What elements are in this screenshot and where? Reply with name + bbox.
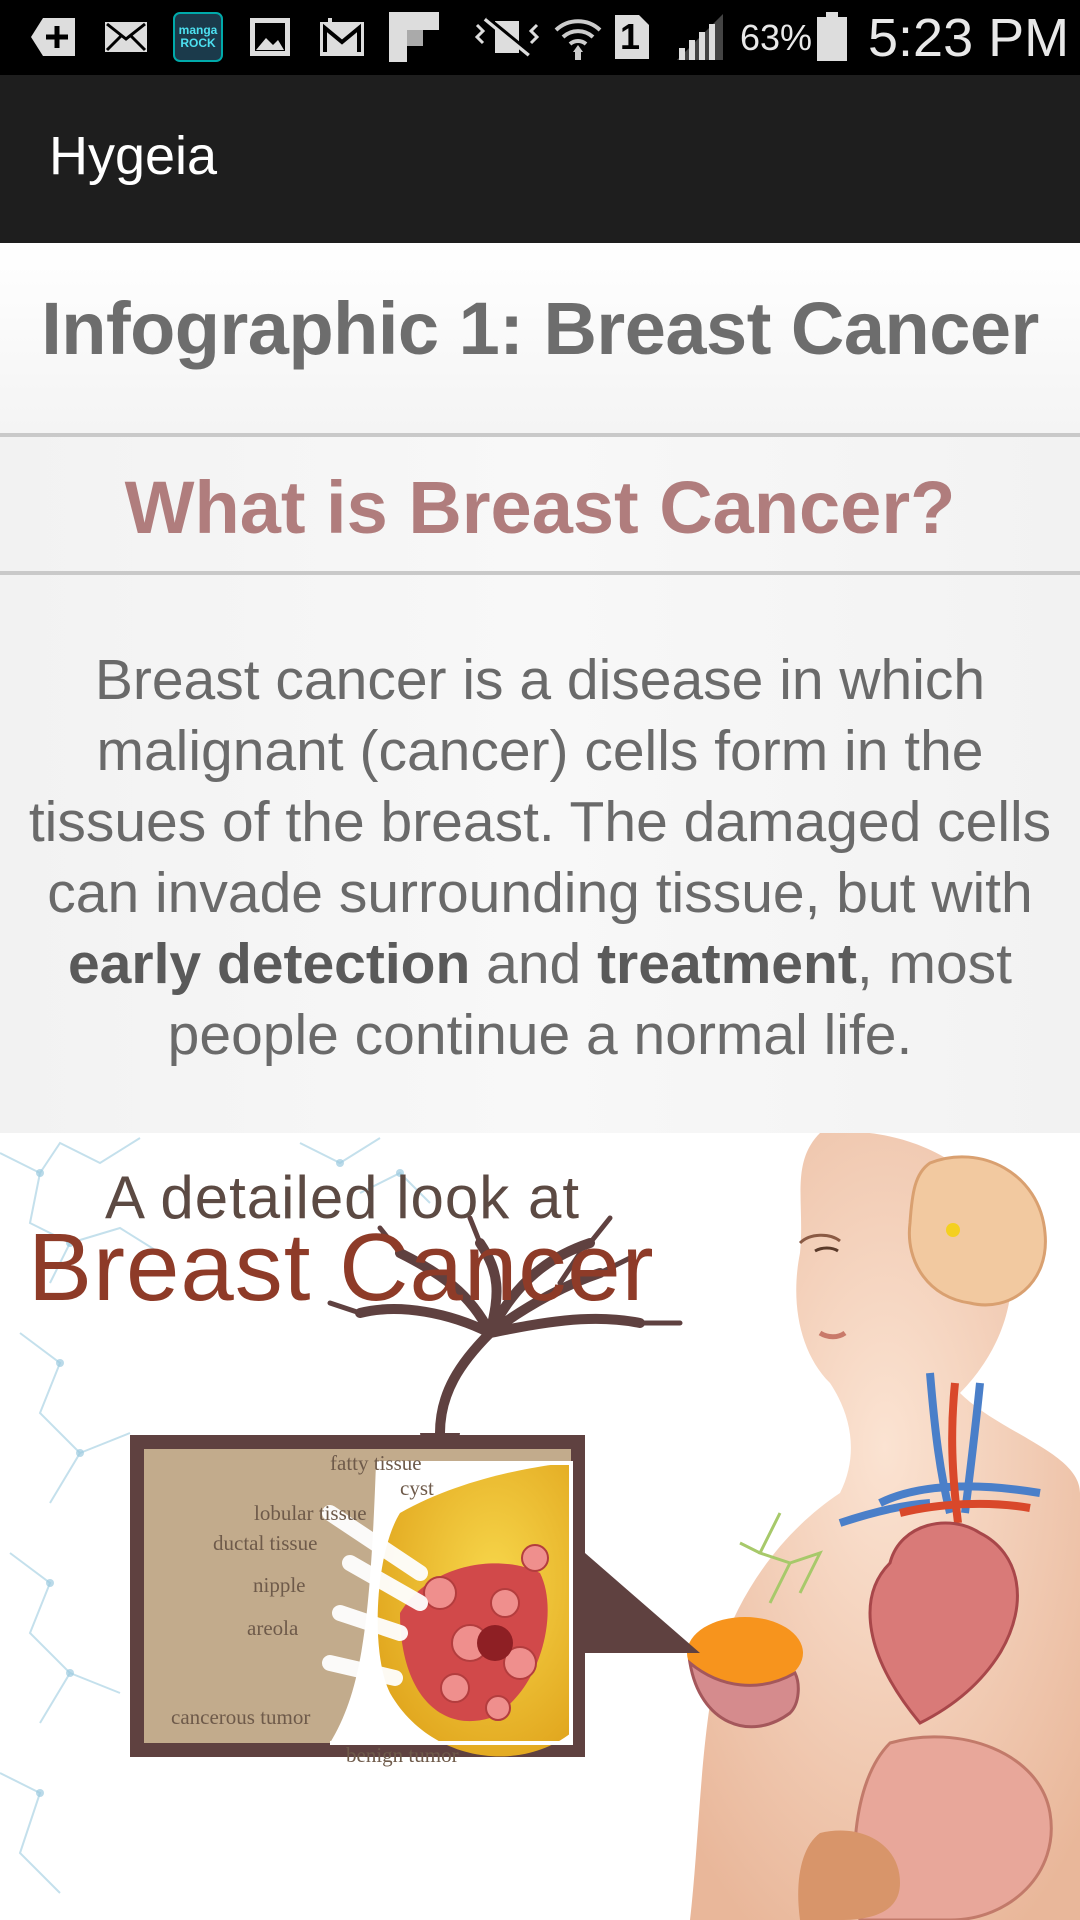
label-ductal-tissue: ductal tissue [213,1531,318,1555]
wifi-icon [552,12,604,62]
cell-signal-icon [672,12,728,62]
sim-1-icon: 1 [612,12,652,62]
label-nipple: nipple [253,1573,306,1597]
label-cyst: cyst [400,1476,434,1500]
label-benign-tumor: benign tumor [346,1743,459,1767]
battery-icon [814,12,850,62]
manga-rock-icon: manga ROCK [172,12,224,62]
label-fatty-tissue: fatty tissue [330,1451,422,1475]
battery-percent: 63% [740,16,813,58]
app-title: Hygeia [49,126,218,186]
body-text-part: and [470,932,598,996]
vibrate-mute-icon [470,12,544,62]
section-heading: What is Breast Cancer? [124,466,956,549]
body-text-part: Breast cancer is a disease in which mali… [28,648,1052,925]
divider [0,571,1080,575]
sim-label: 1 [620,16,641,57]
body-bold-early-detection: early detection [67,932,471,996]
divider [0,433,1080,437]
status-bar: manga ROCK 1 63% 5:23 PM [0,0,1080,75]
gmail-icon [316,12,368,62]
gallery-icon [246,12,294,62]
add-icon [26,12,82,62]
body-bold-treatment: treatment [597,932,857,996]
infographic-heading-large: Breast Cancer [28,1214,655,1321]
flipboard-icon [386,12,442,62]
label-cancerous-tumor: cancerous tumor [171,1705,311,1729]
app-bar: Hygeia [0,75,1080,243]
label-lobular-tissue: lobular tissue [254,1501,367,1525]
infographic-image: A detailed look at Breast Cancer fatty t… [0,1133,1080,1920]
label-areola: areola [247,1616,299,1640]
body-paragraph: Breast cancer is a disease in which mali… [0,645,1080,1071]
page-title: Infographic 1: Breast Cancer [41,287,1039,370]
status-clock: 5:23 PM [868,7,1070,68]
email-icon [100,12,152,62]
manga-rock-label: manga ROCK [178,23,218,50]
